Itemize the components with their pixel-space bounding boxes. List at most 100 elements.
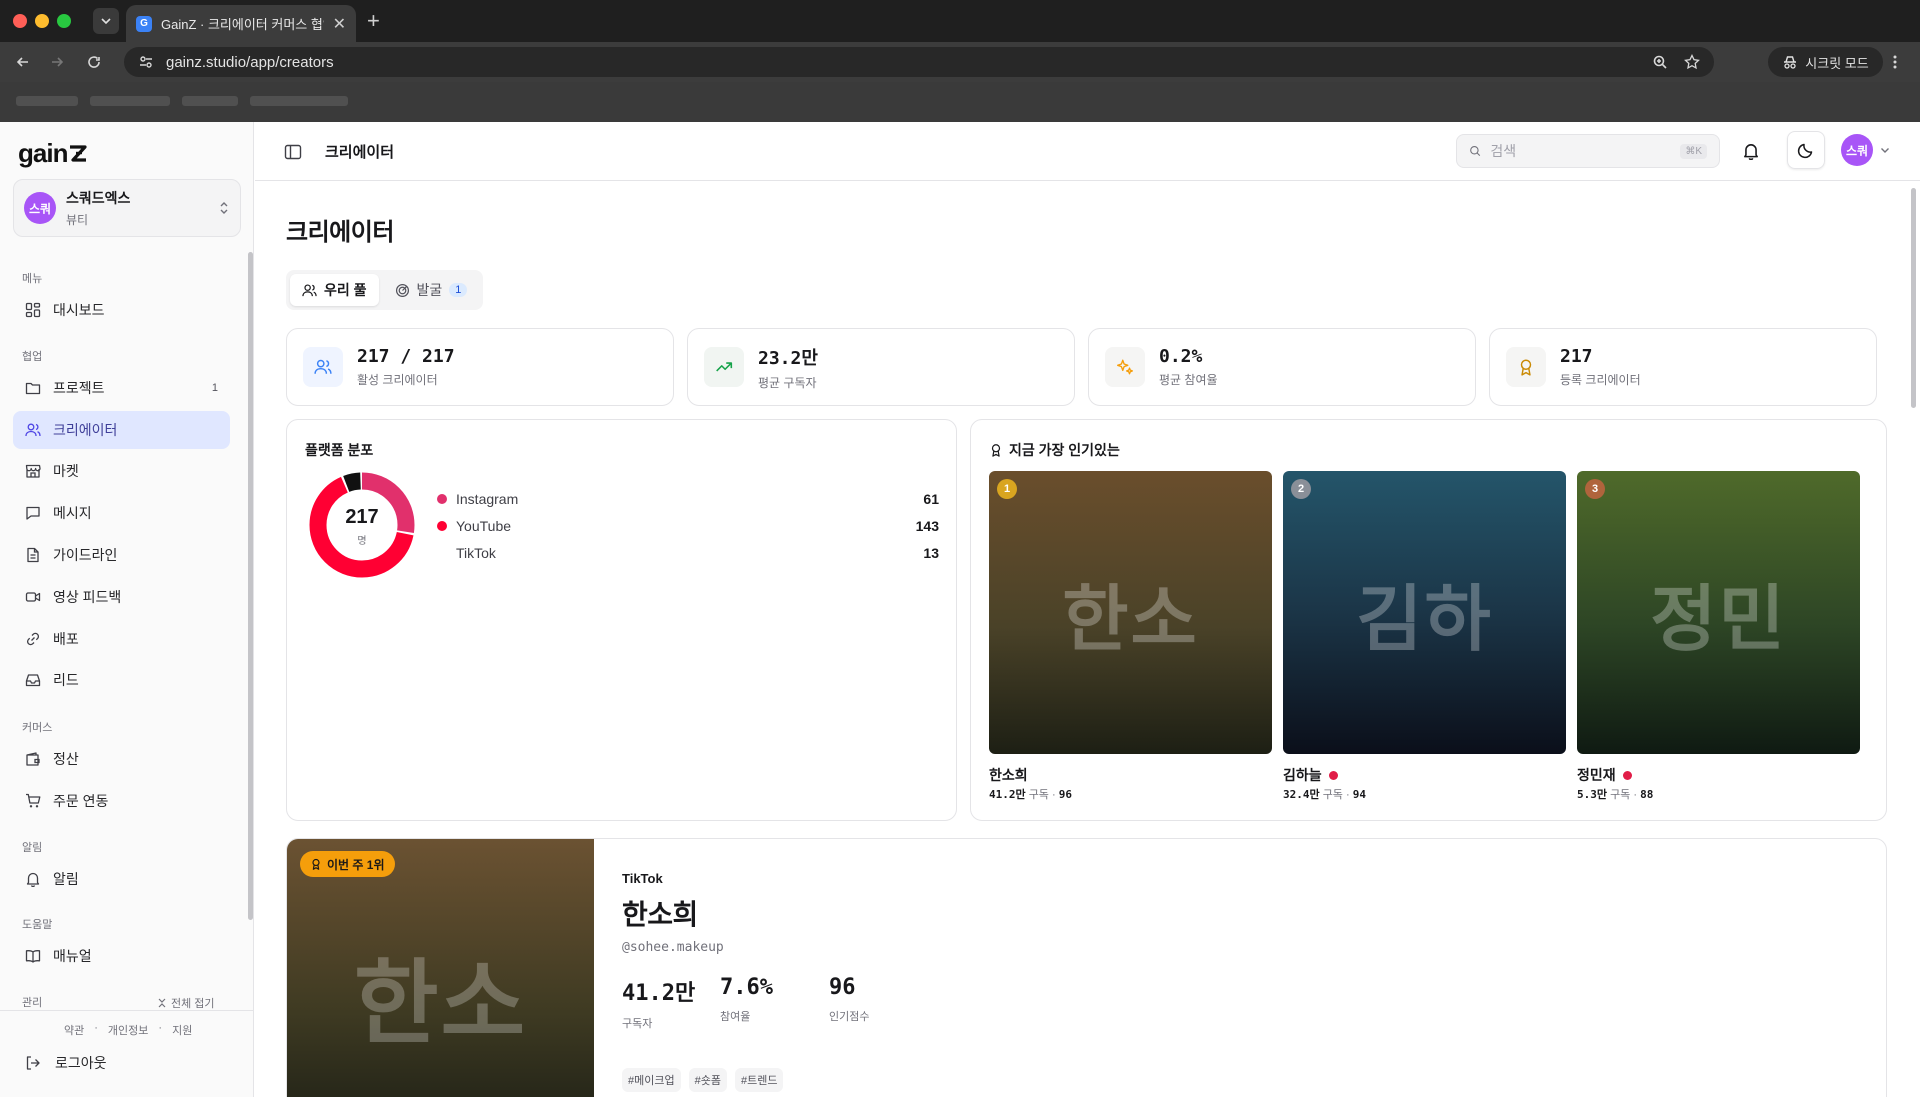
search-box[interactable]: ⌘K xyxy=(1456,134,1720,168)
user-menu-button[interactable]: 스쿼 xyxy=(1841,134,1891,166)
sidebar-item-notifications[interactable]: 알림 xyxy=(13,860,230,898)
workspace-avatar: 스쿼 xyxy=(24,192,56,224)
bookmark-star-icon[interactable] xyxy=(1684,54,1700,70)
award-icon xyxy=(1520,359,1532,376)
sidebar-item-distribution[interactable]: 배포 xyxy=(13,620,230,658)
stat-label: 평균 구독자 xyxy=(758,375,817,390)
back-icon[interactable] xyxy=(13,52,33,72)
tab-discover[interactable]: 발굴 1 xyxy=(383,274,480,306)
browser-tab[interactable]: G GainZ · 크리에이터 커머스 협업 C ✕ xyxy=(126,5,356,42)
sidebar-item-video-feedback[interactable]: 영상 피드백 xyxy=(13,578,230,616)
site-settings-icon[interactable] xyxy=(138,54,154,70)
sidebar-item-leads[interactable]: 리드 xyxy=(13,661,230,699)
creator-meta: 32.4만 구독 · 94 xyxy=(1283,788,1366,801)
creator-score: 96 xyxy=(1058,788,1072,801)
browser-menu-icon[interactable] xyxy=(1885,52,1905,72)
search-input[interactable] xyxy=(1490,143,1672,159)
featured-tags: #메이크업 #숏폼 #트렌드 xyxy=(622,1068,784,1092)
main-scrollbar[interactable] xyxy=(1911,188,1916,408)
section-label-collab: 협업 xyxy=(22,351,43,363)
url-text: gainz.studio/app/creators xyxy=(166,53,334,71)
privacy-link[interactable]: 개인정보 xyxy=(108,1022,148,1038)
collapse-all-button[interactable]: 전체 접기 xyxy=(157,995,215,1011)
creator-name[interactable]: 한소희 xyxy=(989,765,1028,785)
footer-links: 약관 · 개인정보 · 지원 xyxy=(64,1022,192,1038)
window-close-button[interactable] xyxy=(13,14,27,28)
sidebar-item-market[interactable]: 마켓 xyxy=(13,452,230,490)
featured-creator-image[interactable]: 한소 이번 주 1위 xyxy=(287,839,594,1097)
terms-link[interactable]: 약관 xyxy=(64,1022,84,1038)
creator-name[interactable]: 김하늘 xyxy=(1283,765,1338,785)
sidebar-scrollbar[interactable] xyxy=(248,252,253,920)
workspace-category: 뷰티 xyxy=(66,213,89,227)
sidebar-item-settlement[interactable]: 정산 xyxy=(13,740,230,778)
window-minimize-button[interactable] xyxy=(35,14,49,28)
sidebar-item-projects[interactable]: 프로젝트 1 xyxy=(13,369,230,407)
award-icon xyxy=(991,444,1001,457)
stat-label: 등록 크리에이터 xyxy=(1560,373,1641,387)
sidebar-item-label: 크리에이터 xyxy=(53,422,118,438)
user-avatar: 스쿼 xyxy=(1841,134,1873,166)
logo-z-mark-icon xyxy=(70,144,88,162)
bookmark-item[interactable] xyxy=(16,96,78,106)
moon-icon xyxy=(1797,143,1813,159)
featured-stat-value: 7.6% xyxy=(720,975,773,1000)
bookmark-item[interactable] xyxy=(90,96,170,106)
workspace-switcher[interactable]: 스쿼 스쿼드엑스 뷰티 xyxy=(13,179,241,237)
support-link[interactable]: 지원 xyxy=(172,1022,192,1038)
zoom-icon[interactable] xyxy=(1652,54,1668,70)
popular-title: 지금 가장 인기있는 xyxy=(1009,442,1120,458)
sparkles-icon xyxy=(1117,359,1133,375)
sidebar-item-label: 가이드라인 xyxy=(53,547,118,563)
creator-initials: 정민 xyxy=(1650,580,1787,660)
sidebar-item-order-sync[interactable]: 주문 연동 xyxy=(13,782,230,820)
section-label-menu: 메뉴 xyxy=(22,273,43,285)
address-bar[interactable]: gainz.studio/app/creators xyxy=(124,47,1714,77)
gainz-logo[interactable]: gain xyxy=(18,138,89,169)
incognito-indicator[interactable]: 시크릿 모드 xyxy=(1768,47,1883,77)
notifications-button[interactable] xyxy=(1742,142,1760,160)
hashtag[interactable]: #트렌드 xyxy=(734,1068,784,1092)
workspace-name: 스쿼드엑스 xyxy=(66,190,131,206)
weekly-rank-label: 이번 주 1위 xyxy=(327,857,385,872)
browser-tab-strip: G GainZ · 크리에이터 커머스 협업 C ✕ + xyxy=(0,0,1920,42)
sidebar-item-label: 매뉴얼 xyxy=(53,948,92,964)
bookmark-item[interactable] xyxy=(182,96,238,106)
hashtag[interactable]: #숏폼 xyxy=(688,1068,727,1092)
window-zoom-button[interactable] xyxy=(57,14,71,28)
sidebar-item-creators[interactable]: 크리에이터 xyxy=(13,411,230,449)
sidebar-item-messages[interactable]: 메시지 xyxy=(13,494,230,532)
forward-icon[interactable] xyxy=(47,52,67,72)
tab-our-pool[interactable]: 우리 풀 xyxy=(290,274,379,306)
platform-distribution-card: 플랫폼 분포 217 명 Instagram 61 YouTube 143 Ti… xyxy=(286,419,957,821)
popular-creators-card: 지금 가장 인기있는 한소 1 한소희 41.2만 구독 · 96 김하 2 김… xyxy=(970,419,1887,821)
sidebar-item-dashboard[interactable]: 대시보드 xyxy=(13,291,230,329)
sidebar-toggle-button[interactable] xyxy=(284,143,302,161)
users-icon xyxy=(25,423,41,437)
popular-creator-tile[interactable]: 한소 1 xyxy=(989,471,1272,754)
sidebar-item-label: 메시지 xyxy=(53,505,92,521)
legend-label: YouTube xyxy=(456,518,512,534)
sidebar-item-guidelines[interactable]: 가이드라인 xyxy=(13,536,230,574)
creator-name[interactable]: 정민재 xyxy=(1577,765,1632,785)
new-tab-icon[interactable]: + xyxy=(367,9,380,33)
reload-icon[interactable] xyxy=(84,52,104,72)
hashtag[interactable]: #메이크업 xyxy=(622,1068,681,1092)
legend-dot xyxy=(437,521,447,531)
bookmark-item[interactable] xyxy=(250,96,348,106)
close-tab-icon[interactable]: ✕ xyxy=(333,14,346,34)
creator-subs: 5.3만 xyxy=(1577,788,1607,801)
featured-stat-value: 96 xyxy=(829,975,856,1000)
creator-meta: 41.2만 구독 · 96 xyxy=(989,788,1072,801)
folder-icon xyxy=(25,382,41,395)
bell-icon xyxy=(1744,144,1758,160)
theme-toggle-button[interactable] xyxy=(1787,131,1825,169)
popular-creator-tile[interactable]: 정민 3 xyxy=(1577,471,1860,754)
sidebar-item-manual[interactable]: 매뉴얼 xyxy=(13,937,230,975)
popular-creator-tile[interactable]: 김하 2 xyxy=(1283,471,1566,754)
incognito-icon xyxy=(1784,56,1797,69)
tab-search-button[interactable] xyxy=(93,8,119,34)
logout-button[interactable]: 로그아웃 xyxy=(25,1053,107,1073)
creator-subs: 32.4만 xyxy=(1283,788,1320,801)
legend-label: TikTok xyxy=(456,545,496,561)
